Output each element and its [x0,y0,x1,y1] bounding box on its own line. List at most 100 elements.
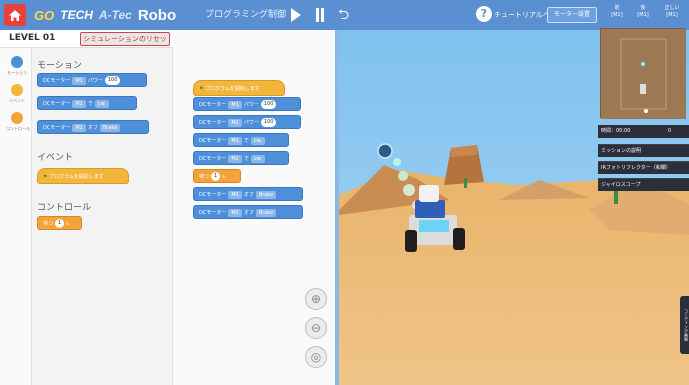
event-heading: イベント [37,153,74,163]
category-motion-label: モーション [7,70,27,75]
help-icon[interactable]: ? [476,6,492,22]
block-text: DCモーター [43,101,71,107]
category-event-label: イベント [9,98,25,103]
motor-power-block-2[interactable]: DCモーター M2 パワー 100 [193,115,301,129]
port-dropdown[interactable]: M2 [228,154,242,163]
port-dropdown[interactable]: M1 [228,100,242,109]
motor-direction-block-2[interactable]: DCモーター M2 で cw. [193,151,289,165]
event-dot-icon [11,84,23,96]
zoom-in-icon[interactable]: ⊕ [305,288,327,310]
block-palette-panel: LEVEL 01 シミュレーションのリセッ モーション イベント コントロール … [0,30,173,385]
brake-dropdown[interactable]: Brake [99,123,121,132]
undo-icon[interactable]: ⮌ [338,6,354,24]
camera-front-button[interactable]: 前 [M2] [607,5,627,25]
block-text: プログラムを開始します [205,86,260,92]
start-block[interactable]: ⚑ プログラムを開始します [193,80,285,96]
palette-wait-block[interactable]: 待つ 1 s [37,216,82,230]
zoom-reset-icon[interactable]: ◎ [305,346,327,368]
timer-bar: 時間：00:00 0 [598,125,689,138]
block-mid: オフ [243,192,254,198]
port-dropdown[interactable]: M1 [72,123,86,132]
direction-dropdown[interactable]: cw. [250,136,265,145]
motion-heading: モーション [37,61,82,71]
motion-dot-icon [11,56,23,68]
play-icon[interactable] [291,8,301,22]
motor-off-block-1[interactable]: DCモーター M1 オフ Brake [193,187,303,201]
zoom-out-icon[interactable]: ⊖ [305,317,327,339]
block-text: DCモーター [43,78,71,84]
port-dropdown[interactable]: M1 [72,99,86,108]
wait-unit: s [66,221,69,227]
level-label: LEVEL 01 [9,33,56,43]
camera-right-button[interactable]: 正しい [M1] [662,5,682,25]
block-mid: で [243,138,249,144]
minimap[interactable] [600,28,686,119]
wait-input[interactable]: 1 [55,219,65,228]
block-mid: オフ [243,210,254,216]
palette-start-block[interactable]: ⚑ プログラムを開始します [37,168,129,184]
pause-icon[interactable] [315,8,325,22]
flag-icon: ⚑ [199,86,204,92]
brake-dropdown[interactable]: Brake [255,190,277,199]
flag-icon: ⚑ [43,174,48,180]
port-dropdown[interactable]: M1 [228,190,242,199]
port-dropdown[interactable]: M2 [228,118,242,127]
motor-off-block-2[interactable]: DCモーター M2 オフ Brake [193,205,303,219]
control-dot-icon [11,112,23,124]
code-workspace[interactable]: ⚑ プログラムを開始します DCモーター M1 パワー 100 DCモーター M2 パワー… [173,30,335,385]
block-text: プログラムを開始します [49,174,104,180]
level-bar: LEVEL 01 シミュレーションのリセッ [0,30,173,48]
block-mid: パワー [243,102,259,108]
home-button[interactable] [4,4,26,26]
direction-dropdown[interactable]: cw. [94,99,109,108]
direction-dropdown[interactable]: cw. [250,154,265,163]
camera-right-label: 正しい [M1] [664,5,680,18]
motor-direction-block-1[interactable]: DCモーター M1 で cw. [193,133,289,147]
program-title: プログラミング制御 [205,10,287,20]
category-motion[interactable]: モーション [6,56,28,76]
block-text: DCモーター [199,210,227,216]
palette-motor-direction-block[interactable]: DCモーター M1 で cw. [37,96,137,110]
palette-motor-off-block[interactable]: DCモーター M1 オフ Brake [37,120,149,134]
power-input[interactable]: 100 [260,100,277,109]
power-input[interactable]: 100 [260,118,277,127]
coding-screen-tab[interactable]: コーディング画面 [680,296,689,354]
motor-settings-button[interactable]: モーター設置 [547,7,597,23]
category-event[interactable]: イベント [6,84,28,104]
wait-block[interactable]: 待つ 1 s [193,169,241,183]
home-icon [9,9,21,21]
block-mid: パワー [243,120,259,126]
gyroscope-item[interactable]: ジャイロスコープ [598,178,689,191]
block-text: DCモーター [43,125,71,131]
motor-power-block-1[interactable]: DCモーター M1 パワー 100 [193,97,301,111]
control-heading: コントロール [37,203,92,213]
top-bar: GO TECH A-Tec Robo プログラミング制御 ⮌ ? チュートリアル… [0,0,689,30]
wait-unit: s [222,174,225,180]
port-dropdown[interactable]: M1 [228,136,242,145]
port-dropdown[interactable]: M2 [228,208,242,217]
block-text: DCモーター [199,120,227,126]
reset-simulation-button[interactable]: シミュレーションのリセッ [80,32,170,46]
power-input[interactable]: 100 [104,76,121,85]
category-list: モーション イベント コントロール [0,48,32,385]
block-mid: オフ [87,125,98,131]
brand-go: GO [34,7,55,23]
block-mid: で [243,156,249,162]
app-window: GO TECH A-Tec Robo プログラミング制御 ⮌ ? チュートリアル… [0,0,689,385]
block-mid: パワー [87,78,103,84]
category-control[interactable]: コントロール [6,112,30,132]
camera-rear-button[interactable]: 後 [M1] [633,5,653,25]
wait-input[interactable]: 1 [211,172,221,181]
port-dropdown[interactable]: M1 [72,76,86,85]
block-text: DCモーター [199,192,227,198]
category-control-label: コントロール [6,126,30,131]
mission-description-item[interactable]: ミッションの説明 [598,144,689,157]
brake-dropdown[interactable]: Brake [255,208,277,217]
camera-rear-label: 後 [M1] [637,5,649,18]
timer-label: 時間：00:00 [601,128,631,134]
tutorial-link[interactable]: チュートリアルへ [494,0,550,30]
block-text: 待つ [43,221,54,227]
palette-motor-power-block[interactable]: DCモーター M1 パワー 100 [37,73,147,87]
ir-photo-reflector-item[interactable]: IRフォトリフレクター（和欄） [598,161,689,174]
brand-tech: TECH [60,8,93,22]
